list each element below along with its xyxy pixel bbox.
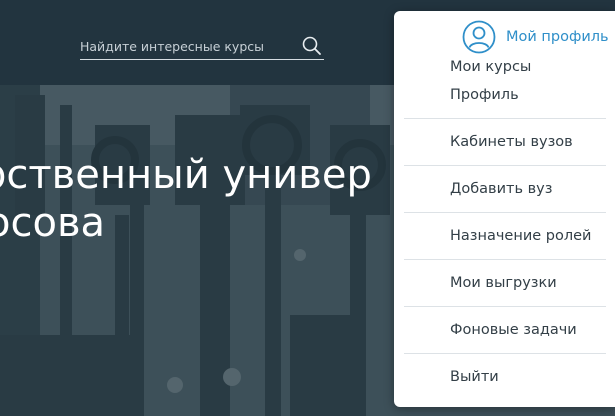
menu-item-label: Профиль bbox=[450, 87, 519, 103]
menu-item-label: Мои выгрузки bbox=[450, 275, 557, 291]
search-icon bbox=[302, 36, 321, 55]
hero-title: рственный универ осова bbox=[0, 151, 372, 247]
menu-item-add-university[interactable]: Добавить вуз bbox=[404, 166, 606, 212]
menu-item-my-courses[interactable]: Мои курсы bbox=[404, 55, 606, 79]
menu-item-logout[interactable]: Выйти bbox=[404, 354, 606, 400]
my-profile-link[interactable]: Мой профиль bbox=[462, 19, 615, 55]
user-avatar-icon bbox=[462, 20, 496, 54]
menu-item-my-exports[interactable]: Мои выгрузки bbox=[404, 260, 606, 306]
menu-item-profile[interactable]: Профиль bbox=[404, 83, 606, 107]
search-bar bbox=[80, 34, 324, 60]
profile-dropdown-menu: Мой профиль Мои курсы Профиль Кабинеты в… bbox=[394, 11, 615, 407]
hero-title-line-2: осова bbox=[0, 200, 106, 246]
menu-item-background-tasks[interactable]: Фоновые задачи bbox=[404, 307, 606, 353]
menu-item-label: Выйти bbox=[450, 369, 499, 385]
hero-title-line-1: рственный универ bbox=[0, 152, 372, 198]
menu-item-university-cabinets[interactable]: Кабинеты вузов bbox=[404, 119, 606, 165]
menu-item-label: Кабинеты вузов bbox=[450, 134, 573, 150]
menu-item-label: Добавить вуз bbox=[450, 181, 553, 197]
menu-item-label: Назначение ролей bbox=[450, 228, 592, 244]
search-input[interactable] bbox=[80, 35, 290, 57]
menu-item-label: Фоновые задачи bbox=[450, 322, 577, 338]
menu-item-role-assignment[interactable]: Назначение ролей bbox=[404, 213, 606, 259]
my-profile-label: Мой профиль bbox=[506, 29, 609, 45]
menu-item-label: Мои курсы bbox=[450, 59, 532, 75]
search-button[interactable] bbox=[300, 34, 324, 58]
